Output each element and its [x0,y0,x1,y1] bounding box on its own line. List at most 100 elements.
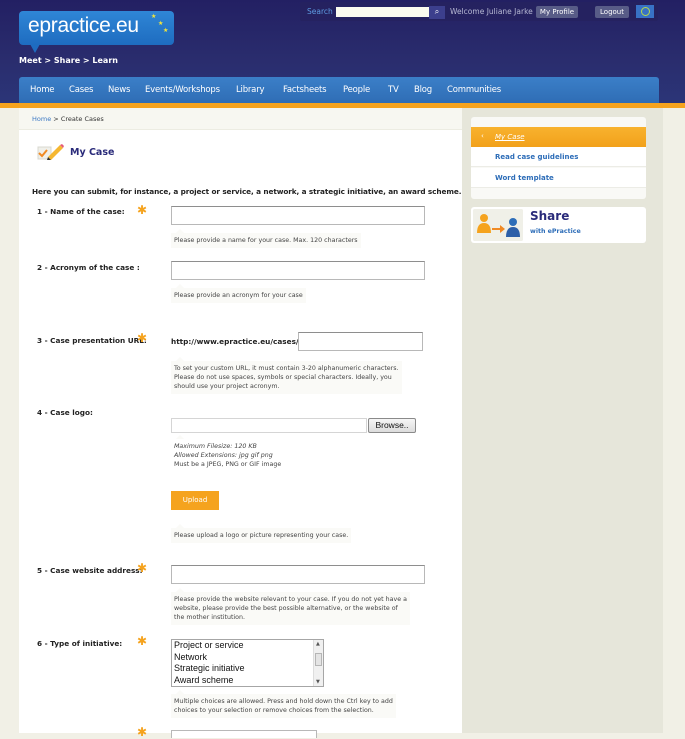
scroll-up-icon[interactable]: ▲ [316,641,320,647]
acronym-hint: Please provide an acronym for your case [171,284,306,303]
sidebar: ‹ My Case Read case guidelines Word temp… [462,108,663,733]
share-title: Share [530,209,570,223]
site-header: epractice.eu ★ ★ ★ Meet > Share > Learn … [0,0,685,103]
nav-home[interactable]: Home [30,85,55,95]
browse-button[interactable]: Browse.. [368,418,416,433]
sidebar-item-label: Word template [495,174,554,182]
filesize-label: Maximum Filesize: [174,443,233,450]
nav-people[interactable]: People [343,85,370,95]
url-label: 3 - Case presentation URL: [37,336,147,345]
star-icon: ★ [151,13,157,20]
listbox-option[interactable]: Network [172,652,323,664]
case-name-input[interactable] [171,206,425,225]
sidebar-item-label: Read case guidelines [495,153,579,161]
top-bar: Search ⌕ Welcome Juliane Jarke My Profil… [300,2,658,21]
initiative-hint-line: choices to your selection or remove choi… [174,707,374,714]
filesize-value: 120 KB [234,443,257,450]
listbox-scrollbar[interactable]: ▲ ▼ [313,640,323,686]
nav-library[interactable]: Library [236,85,265,95]
star-icon: ★ [158,20,164,27]
nav-factsheets[interactable]: Factsheets [283,85,327,95]
listbox-option[interactable]: Strategic initiative [172,663,323,675]
name-label: 1 - Name of the case: [37,207,125,216]
listbox-option[interactable]: Award scheme [172,675,323,687]
search-button[interactable]: ⌕ [429,6,445,19]
scroll-down-icon[interactable]: ▼ [316,679,320,685]
initiative-listbox[interactable]: Project or service Network Strategic ini… [171,639,324,687]
my-profile-button[interactable]: My Profile [536,6,578,18]
url-hint-line: Please do not use spaces, symbols or spe… [174,374,392,381]
sidebar-item-label: My Case [495,133,525,141]
intro-text: Here you can submit, for instance, a pro… [32,187,462,196]
nav-news[interactable]: News [108,85,130,95]
sidebar-item-read-case-guidelines[interactable]: Read case guidelines [471,147,646,167]
nav-cases[interactable]: Cases [69,85,93,95]
breadcrumb: Home > Create Cases [32,115,104,123]
initiative-hint-line: Multiple choices are allowed. Press and … [174,698,393,705]
case-url-input[interactable] [298,332,423,351]
page-title: My Case [70,147,115,158]
required-asterisk-icon: ✱ [137,331,148,345]
nav-events-workshops[interactable]: Events/Workshops [145,85,220,95]
url-prefix: http://www.epractice.eu/cases/ [171,337,299,346]
website-label: 5 - Case website address: [37,566,143,575]
sidebar-item-my-case[interactable]: ‹ My Case [471,127,646,147]
breadcrumb-separator: > [53,115,59,123]
logo-speech-tail [30,44,40,53]
required-asterisk-icon: ✱ [137,561,148,575]
breadcrumb-current: Create Cases [60,115,104,123]
star-icon: ★ [163,27,169,34]
website-hint-line: Please provide the website relevant to y… [174,596,407,603]
website-hint-line: website, please provide the best possibl… [174,605,398,612]
checklist-pencil-icon [37,144,64,160]
name-hint: Please provide a name for your case. Max… [171,229,361,248]
nav-communities[interactable]: Communities [447,85,501,95]
case-acronym-input[interactable] [171,261,425,280]
search-label: Search [307,7,333,16]
extensions-value: jpg gif png [239,452,273,459]
nav-tv[interactable]: TV [388,85,399,95]
logo-extensions-line: Allowed Extensions: jpg gif png [174,451,281,460]
share-widget[interactable]: Share with ePractice [471,207,646,243]
extensions-label: Allowed Extensions: [174,452,237,459]
sidebar-item-word-template[interactable]: Word template [471,168,646,188]
breadcrumb-bar: Home > Create Cases [19,108,462,130]
logo-label: 4 - Case logo: [37,408,93,417]
sidebar-menu: ‹ My Case Read case guidelines Word temp… [471,117,646,199]
scroll-thumb[interactable] [315,653,322,666]
logo-format-note: Must be a JPEG, PNG or GIF image [174,461,282,468]
initiative-hint: Multiple choices are allowed. Press and … [171,690,396,718]
website-hint-line: the mother institution. [174,614,246,621]
chevron-left-icon: ‹ [481,132,484,140]
initiative-label: 6 - Type of initiative: [37,639,123,648]
logo-hint: Please upload a logo or picture represen… [171,524,352,543]
logout-button[interactable]: Logout [595,6,629,18]
url-hint-line: should use your project acronym. [174,383,280,390]
upload-button[interactable]: Upload [171,491,219,510]
acronym-label: 2 - Acronym of the case : [37,263,140,272]
nav-blog[interactable]: Blog [414,85,432,95]
website-hint: Please provide the website relevant to y… [171,588,410,625]
required-asterisk-icon: ✱ [137,203,148,217]
main-nav: Home Cases News Events/Workshops Library… [19,77,659,103]
search-input[interactable] [336,7,429,17]
listbox-option[interactable]: Project or service [172,640,323,652]
main-content: Home > Create Cases My Case Here you can… [19,108,462,739]
logo-filesize-line: Maximum Filesize: 120 KB [174,442,281,451]
url-hint: To set your custom URL, it must contain … [171,357,402,394]
logo-file-info: Maximum Filesize: 120 KB Allowed Extensi… [171,435,284,472]
share-subtitle: with ePractice [530,228,581,235]
language-button[interactable] [636,5,654,18]
tagline: Meet > Share > Learn [19,56,118,65]
logo-file-path[interactable] [171,418,367,433]
website-input[interactable] [171,565,425,584]
next-field-input[interactable] [171,730,317,738]
welcome-text: Welcome Juliane Jarke [450,7,533,16]
eu-globe-icon [641,7,650,16]
url-hint-line: To set your custom URL, it must contain … [174,365,399,372]
breadcrumb-home-link[interactable]: Home [32,115,51,123]
search-icon: ⌕ [434,7,440,16]
share-people-icon [473,209,523,241]
required-asterisk-icon: ✱ [137,725,148,739]
logo-text[interactable]: epractice.eu [28,14,139,38]
